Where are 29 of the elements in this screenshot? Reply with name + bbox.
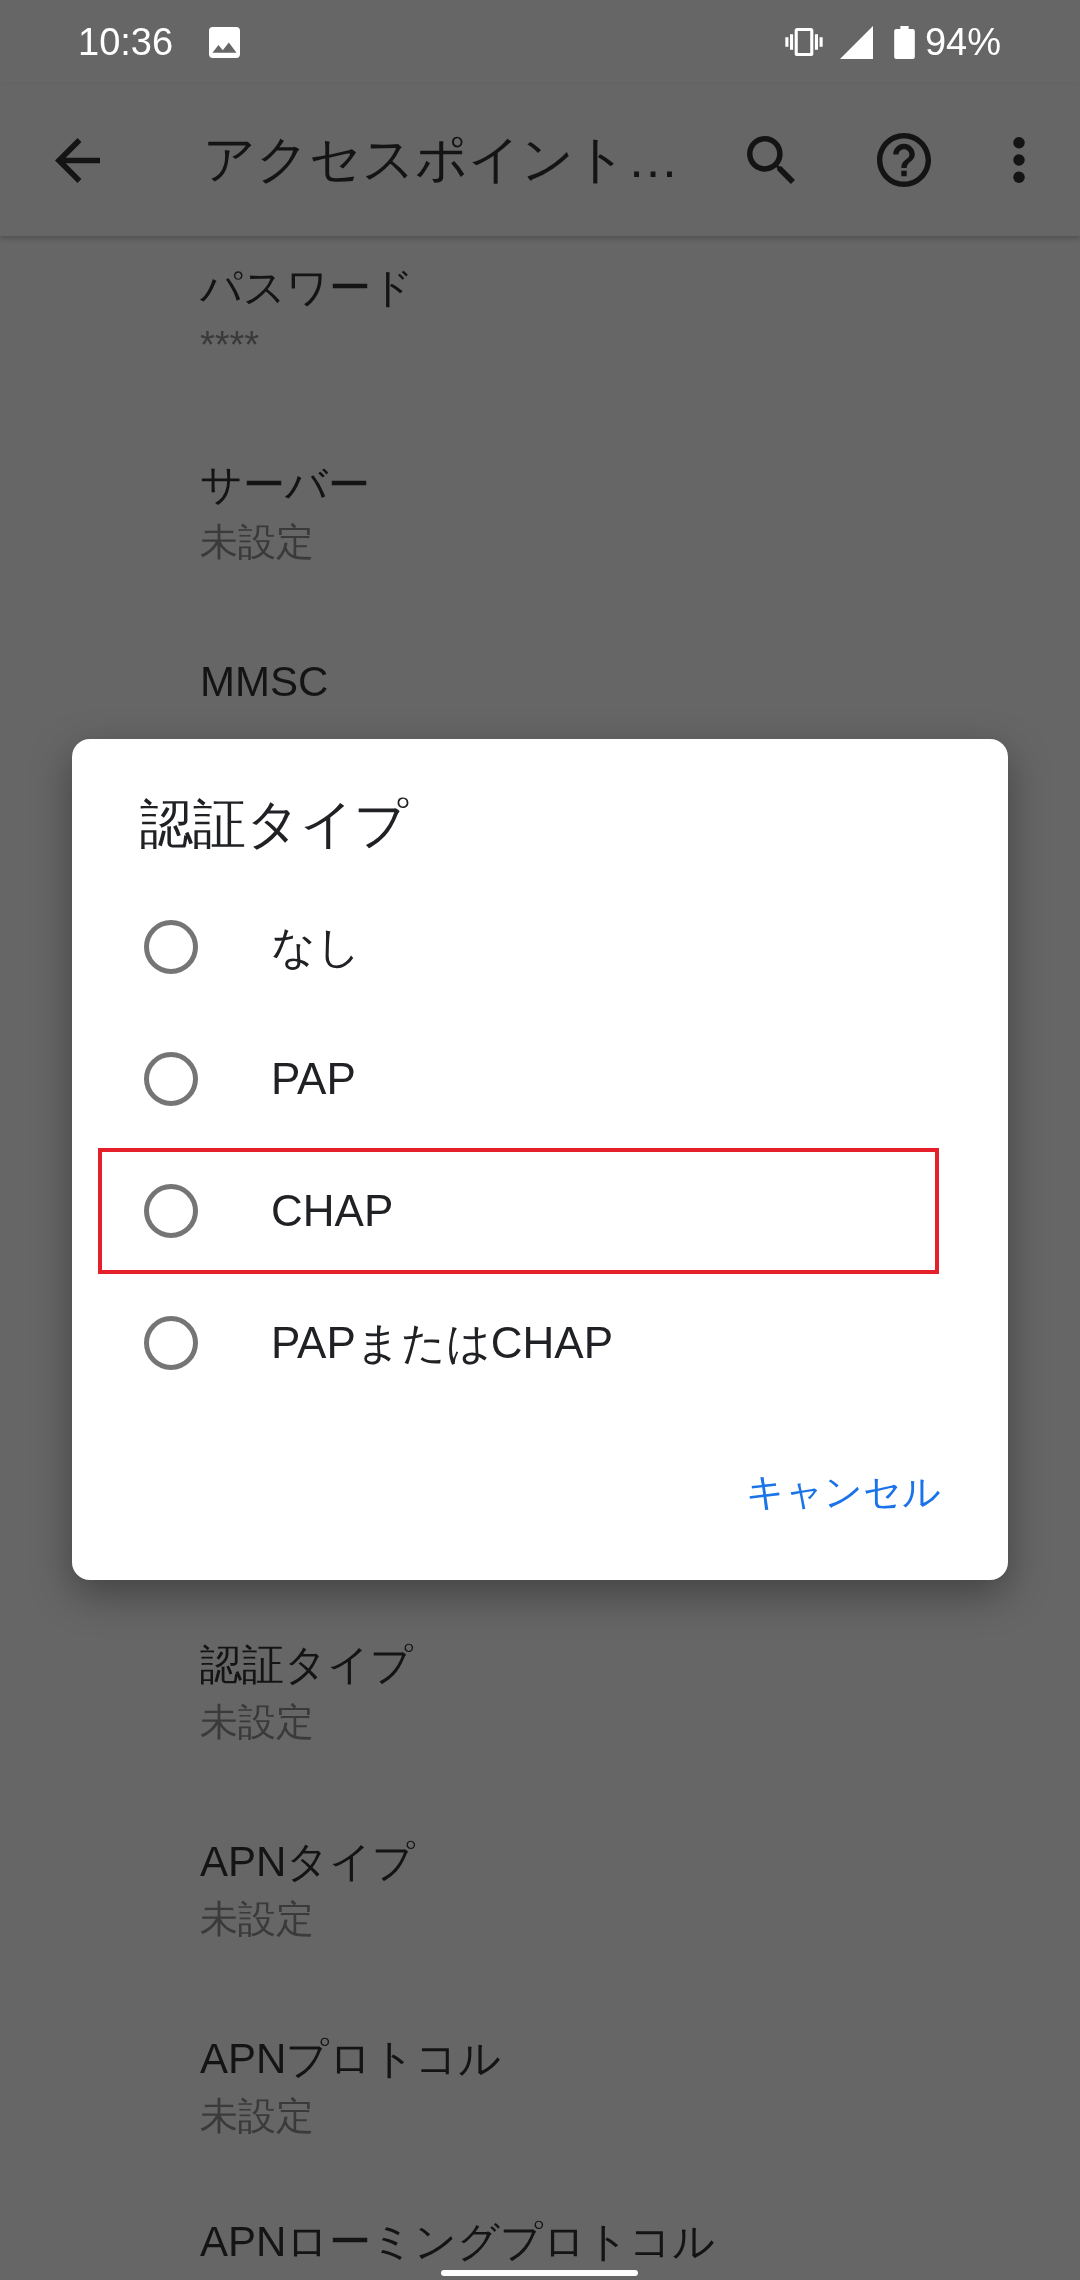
radio-option[interactable]: なし xyxy=(98,884,939,1010)
setting-title[interactable]: APNタイプ xyxy=(200,1834,1080,1890)
status-time: 10:36 xyxy=(78,20,174,64)
dialog-title: 認証タイプ xyxy=(139,793,410,855)
help-icon[interactable] xyxy=(877,133,931,187)
more-options-icon[interactable] xyxy=(1013,137,1025,183)
battery-icon xyxy=(893,25,915,59)
setting-title[interactable]: パスワード xyxy=(200,260,1080,316)
setting-title[interactable]: APNローミングプロトコル xyxy=(200,2214,1080,2270)
signal-icon xyxy=(839,25,873,59)
search-icon[interactable] xyxy=(747,136,795,184)
radio-icon[interactable] xyxy=(144,920,198,974)
radio-icon[interactable] xyxy=(144,1184,198,1238)
cancel-button[interactable]: キャンセル xyxy=(726,1448,961,1536)
image-icon xyxy=(209,26,241,58)
setting-title[interactable]: MMSC xyxy=(200,654,1080,710)
radio-option[interactable]: PAP xyxy=(98,1016,939,1142)
page-title: アクセスポイント… xyxy=(203,129,679,190)
radio-option[interactable]: PAPまたはCHAP xyxy=(98,1280,939,1406)
back-arrow-icon[interactable] xyxy=(55,137,100,183)
vibrate-icon xyxy=(784,28,823,56)
radio-option[interactable]: CHAP xyxy=(98,1148,939,1274)
setting-title[interactable]: APNプロトコル xyxy=(200,2031,1080,2087)
setting-title[interactable]: 認証タイプ xyxy=(200,1637,1080,1693)
setting-value: **** xyxy=(200,323,261,368)
battery-percent: 94% xyxy=(924,20,1001,64)
radio-icon[interactable] xyxy=(144,1316,198,1370)
setting-title[interactable]: サーバー xyxy=(200,457,1080,513)
radio-icon[interactable] xyxy=(144,1052,198,1106)
